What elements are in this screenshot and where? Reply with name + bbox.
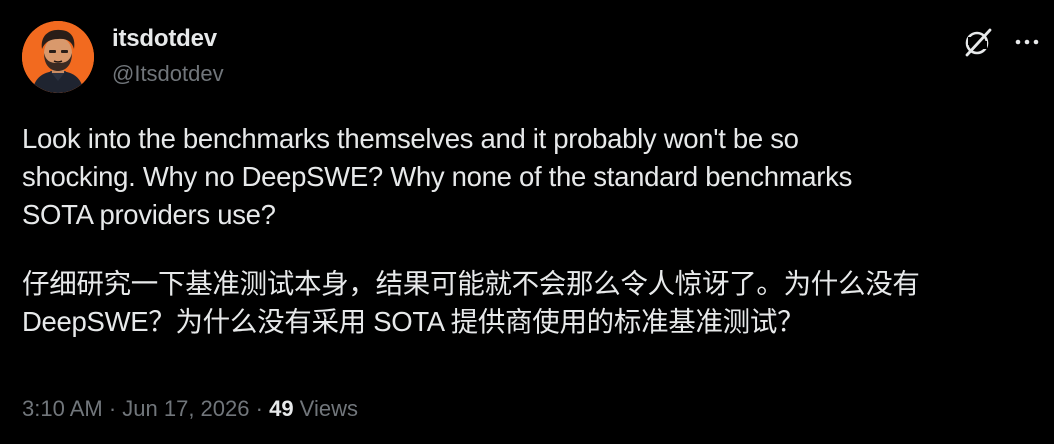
more-horizontal-icon	[1015, 39, 1039, 45]
views-count: 49	[269, 396, 294, 421]
grok-icon-glyph	[965, 28, 992, 57]
tweet-date[interactable]: Jun 17, 2026	[122, 396, 249, 421]
tweet-time[interactable]: 3:10 AM	[22, 396, 103, 421]
tweet-text-translation: 仔细研究一下基准测试本身，结果可能就不会那么令人惊讶了。为什么没有 DeepSW…	[22, 268, 920, 337]
cartoon-man-avatar-icon	[22, 21, 94, 93]
tweet-text-english: Look into the benchmarks themselves and …	[22, 123, 853, 230]
views-label: Views	[293, 396, 358, 421]
more-options-icon[interactable]	[1010, 26, 1044, 58]
grok-icon[interactable]	[962, 26, 994, 58]
author-handle[interactable]: @Itsdotdev	[112, 60, 224, 88]
author-display-name[interactable]: itsdotdev	[112, 24, 217, 54]
tweet-card: itsdotdev @Itsdotdev Look into the bench…	[0, 0, 1054, 444]
tweet-meta: 3:10 AM · Jun 17, 2026 · 49 Views	[22, 394, 358, 424]
meta-separator: ·	[249, 396, 270, 421]
meta-separator: ·	[102, 396, 123, 421]
avatar[interactable]	[22, 21, 94, 93]
